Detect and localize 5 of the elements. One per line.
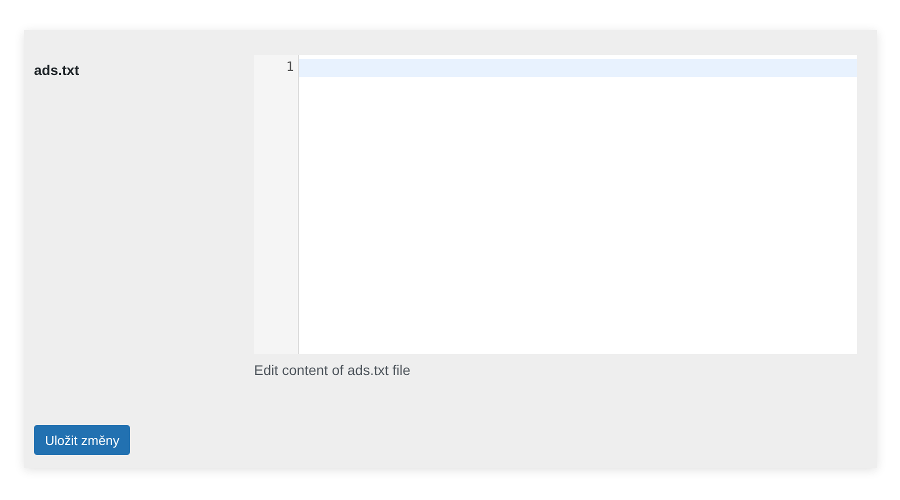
help-text: Edit content of ads.txt file	[254, 362, 412, 378]
line-number: 1	[285, 59, 295, 77]
save-button[interactable]: Uložit změny	[34, 425, 130, 455]
code-editor[interactable]: 1	[254, 55, 857, 354]
field-label: ads.txt	[34, 61, 80, 80]
